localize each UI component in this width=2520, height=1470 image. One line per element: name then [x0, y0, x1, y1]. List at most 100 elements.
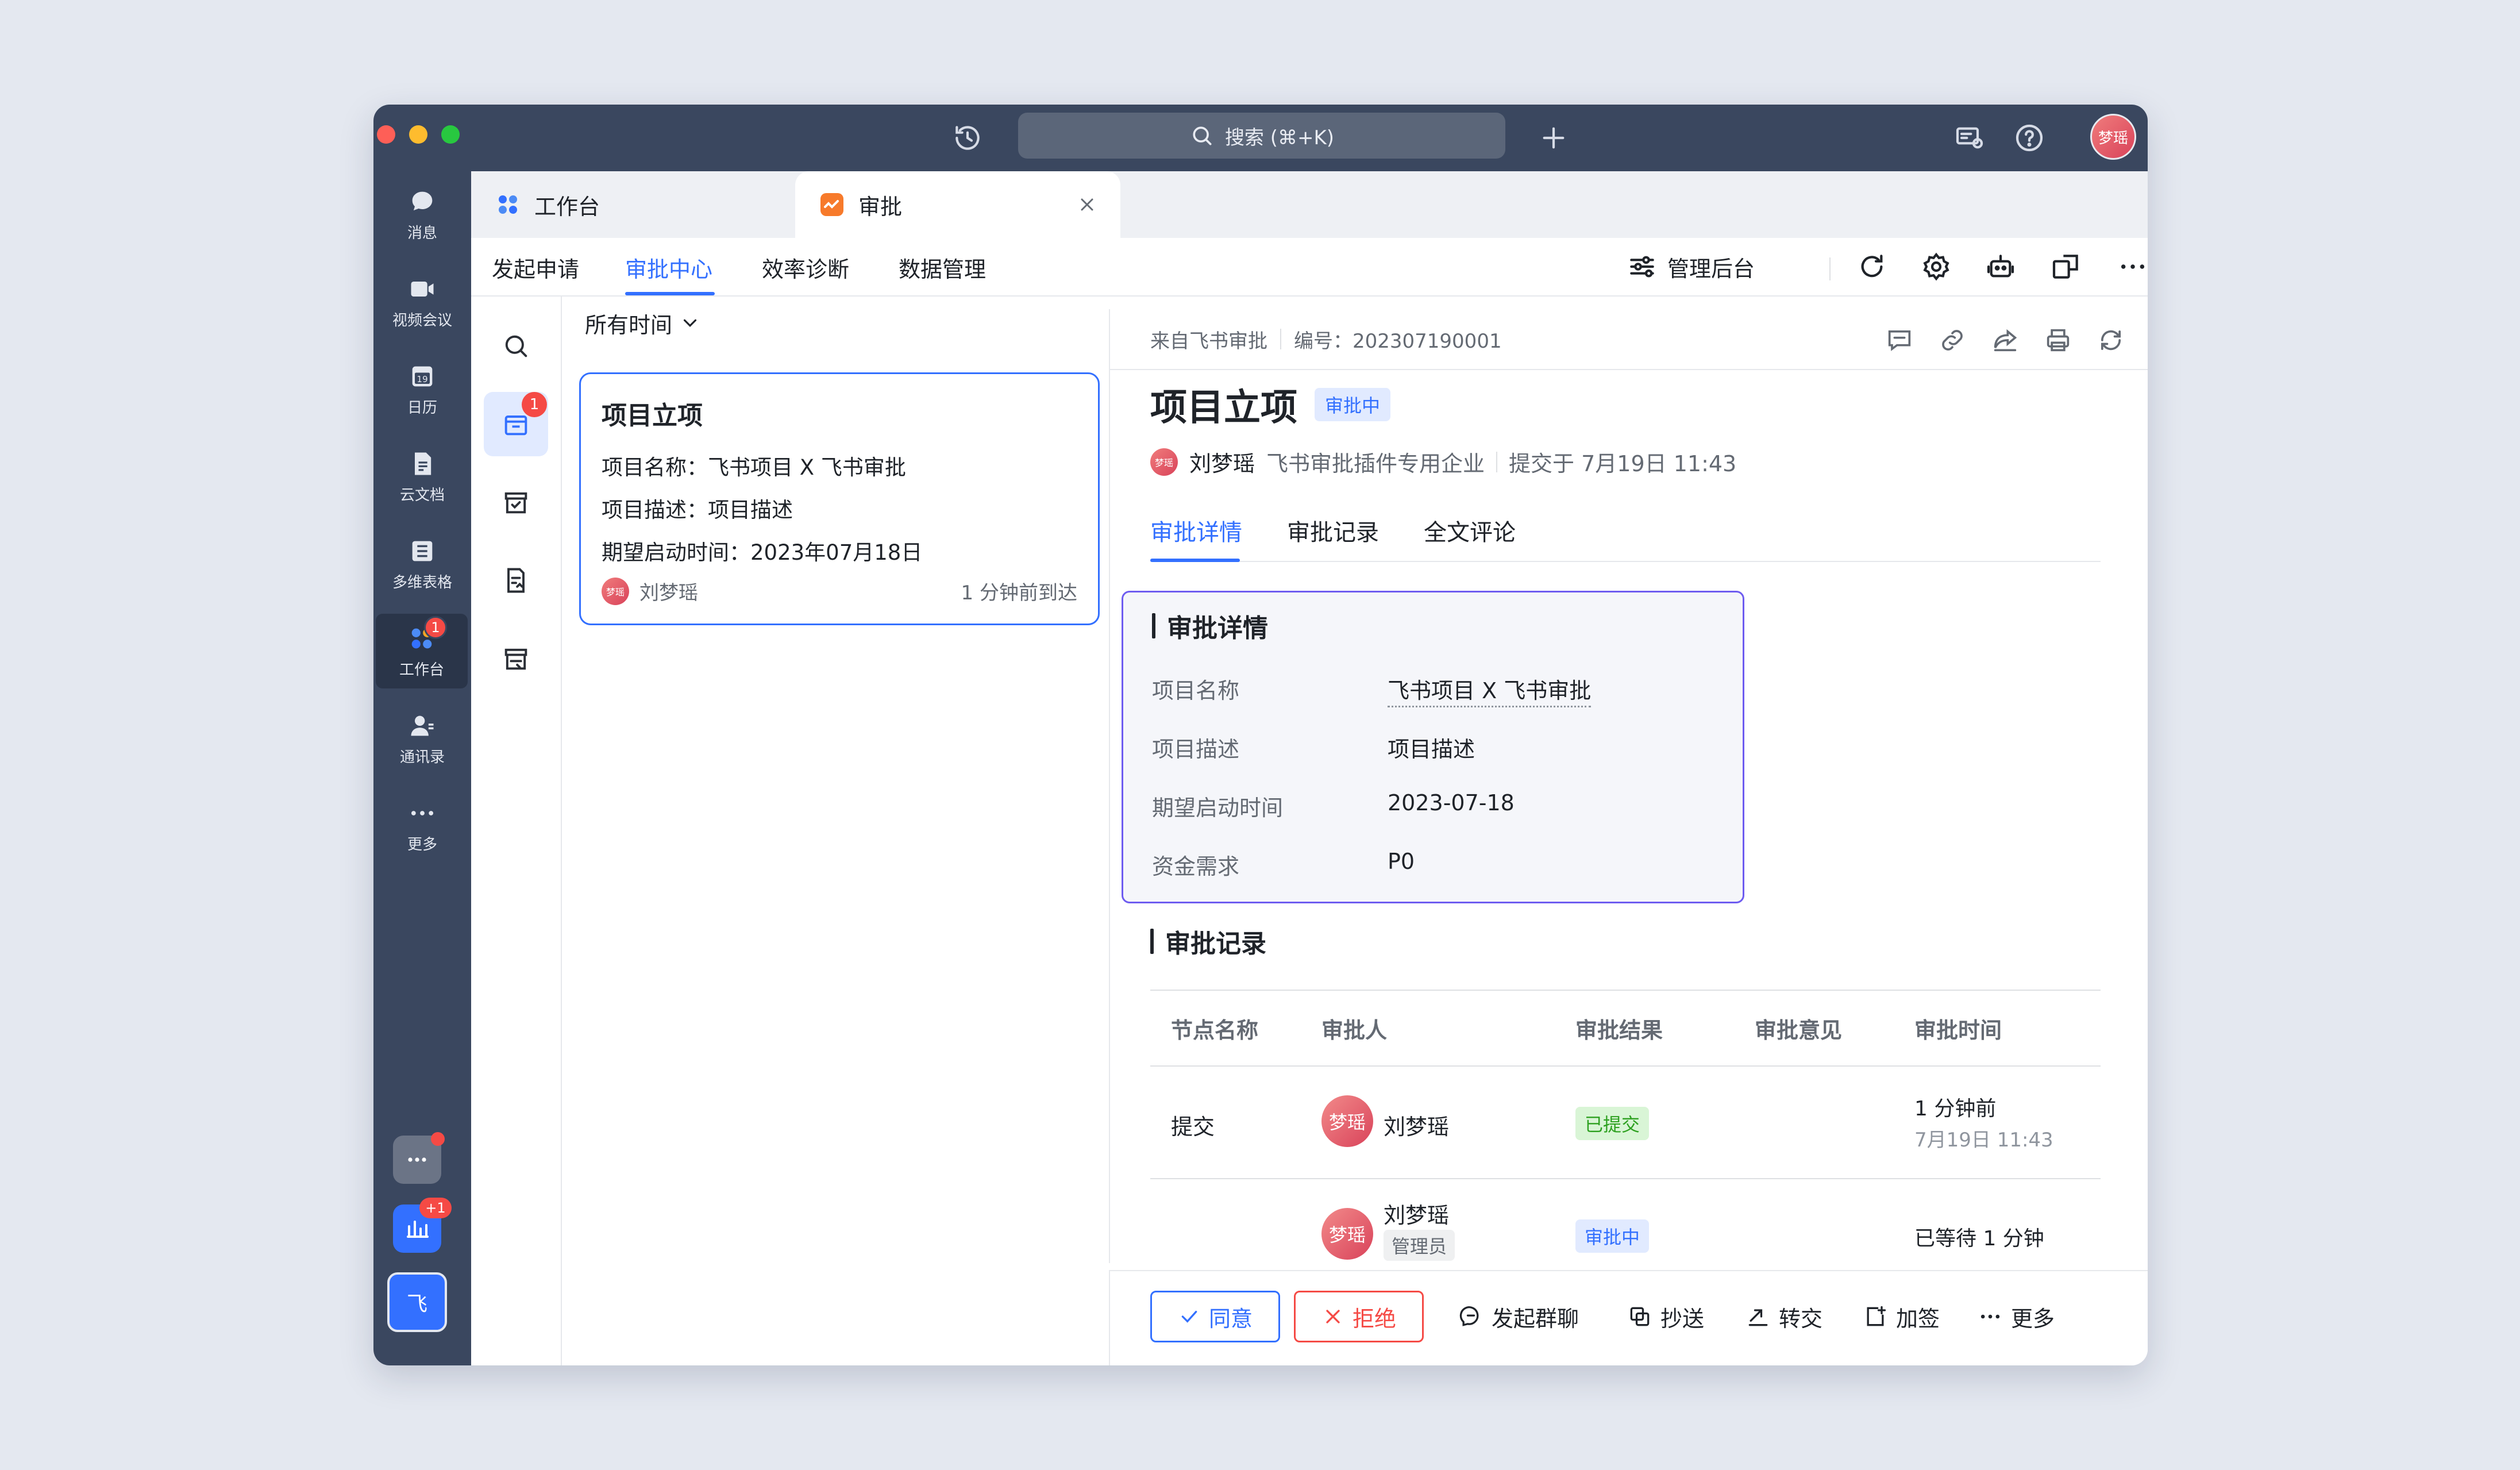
approval-title-text: 项目立项	[1150, 387, 1297, 429]
applicant-company: 飞书审批插件专用企业	[1266, 451, 1485, 476]
divider	[1280, 329, 1281, 349]
refresh-sync-icon[interactable]	[2096, 325, 2126, 355]
link-icon[interactable]	[1937, 325, 1967, 355]
subnav-tab-data-management[interactable]: 数据管理	[899, 238, 986, 297]
time-filter-label: 所有时间	[585, 312, 673, 338]
group-chat-label: 发起群聊	[1492, 1306, 1579, 1332]
section-bar	[1150, 929, 1154, 954]
app-tab-strip: 工作台 审批	[471, 171, 2148, 238]
copy-icon	[1630, 1307, 1650, 1326]
plus-icon[interactable]	[1538, 122, 1570, 154]
open-window-icon[interactable]	[2050, 249, 2082, 284]
avatar: 梦瑶	[602, 577, 629, 605]
record-time: 1 分钟前	[1914, 1097, 1997, 1121]
stats-app-button[interactable]: +1	[393, 1198, 452, 1253]
field-label: 项目名称	[1152, 678, 1240, 703]
result-badge: 已提交	[1575, 1107, 1650, 1140]
share-icon[interactable]	[1990, 325, 2020, 355]
record-approver[interactable]: 刘梦瑶	[1384, 1198, 1449, 1229]
sidebar-item-label: 日历	[407, 399, 437, 417]
pending-approvals-button[interactable]: 1	[484, 392, 548, 456]
records-section-title: 审批记录	[1150, 923, 1266, 960]
sidebar-item-video-meeting[interactable]: 视频会议	[373, 264, 471, 339]
field-value: 2023-07-18	[1388, 790, 1515, 815]
sidebar-item-calendar[interactable]: 19 日历	[373, 352, 471, 426]
tab-approval-details[interactable]: 审批详情	[1150, 499, 1242, 562]
tab-workspace[interactable]: 工作台	[471, 171, 793, 238]
sidebar-item-workspace[interactable]: 工作台 1	[376, 614, 468, 688]
tab-approval-records[interactable]: 审批记录	[1287, 499, 1379, 562]
cc-button[interactable]: 抄送	[1627, 1291, 1704, 1342]
column-header: 审批结果	[1575, 1018, 1663, 1043]
table-divider	[1150, 1065, 2101, 1067]
app-more-button[interactable]	[393, 1132, 445, 1184]
screen-share-icon[interactable]	[1953, 122, 1986, 154]
add-sign-button[interactable]: 加签	[1863, 1291, 1940, 1342]
document-icon	[415, 452, 431, 475]
global-search-bar[interactable]: 搜索 (⌘+K)	[1018, 113, 1505, 159]
chevron-down-icon	[683, 319, 697, 327]
admin-console-link[interactable]: 管理后台	[1626, 249, 1755, 284]
processed-approvals-button[interactable]	[484, 470, 548, 534]
avatar: 梦瑶	[1321, 1208, 1373, 1260]
tab-approval[interactable]: 审批	[795, 171, 1120, 238]
settings-gear-icon[interactable]	[1920, 249, 1952, 284]
add-sign-label: 加签	[1896, 1306, 1940, 1332]
group-chat-button[interactable]: 发起群聊	[1458, 1291, 1579, 1342]
sidebar-item-label: 工作台	[399, 661, 444, 679]
sidebar-item-docs[interactable]: 云文档	[373, 439, 471, 514]
time-filter-dropdown[interactable]: 所有时间	[585, 297, 1125, 349]
help-icon[interactable]	[2013, 122, 2045, 154]
robot-icon[interactable]	[1985, 249, 2017, 284]
record-approver[interactable]: 刘梦瑶	[1384, 1109, 1449, 1141]
refresh-icon[interactable]	[1856, 249, 1888, 284]
section-title-text: 审批详情	[1167, 614, 1268, 643]
maximize-window-button[interactable]	[441, 125, 460, 144]
transfer-button[interactable]: 转交	[1745, 1291, 1822, 1342]
print-icon[interactable]	[2043, 325, 2073, 355]
user-avatar[interactable]: 梦瑶	[2090, 114, 2136, 160]
sidebar-item-label: 更多	[407, 836, 437, 853]
approval-subnav: 发起申请 审批中心 效率诊断 数据管理 管理后台	[471, 238, 2148, 297]
history-icon[interactable]	[951, 122, 984, 154]
comment-icon[interactable]	[1885, 325, 1914, 355]
sidebar-item-contacts[interactable]: 通讯录	[373, 701, 471, 776]
search-button[interactable]	[484, 314, 548, 378]
card-footer: 梦瑶 刘梦瑶 1 分钟前到达	[602, 577, 1077, 605]
subnav-tab-efficiency[interactable]: 效率诊断	[762, 238, 849, 297]
sidebar-item-bitable[interactable]: 多维表格	[373, 526, 471, 601]
column-header: 审批意见	[1755, 1018, 1843, 1043]
reject-button[interactable]: 拒绝	[1294, 1291, 1424, 1342]
applicant-name[interactable]: 刘梦瑶	[1189, 446, 1255, 478]
detail-header-actions	[1885, 325, 2126, 355]
sidebar-item-more[interactable]: 更多	[373, 788, 471, 863]
field-label: 期望启动时间	[1152, 795, 1284, 821]
column-header: 审批人	[1321, 1018, 1388, 1043]
document-send-icon	[507, 568, 525, 593]
close-window-button[interactable]	[377, 125, 395, 144]
add-document-icon	[1867, 1306, 1886, 1326]
feishu-logo-button[interactable]: 飞	[387, 1272, 447, 1332]
submitted-approvals-button[interactable]	[484, 548, 548, 613]
approval-icon-column: 1	[471, 297, 562, 1365]
field-value: 项目描述	[1388, 737, 1475, 762]
field-value[interactable]: 飞书项目 X 飞书审批	[1388, 673, 1592, 707]
section-bar	[1152, 613, 1155, 638]
main-sidebar: 消息 视频会议 19 日历 云文档 多维表格 工作台 1 通讯录 更多 +1 飞	[373, 171, 471, 1365]
close-icon[interactable]	[1077, 194, 1097, 215]
subnav-tab-apply[interactable]: 发起申请	[492, 238, 579, 297]
more-dots-icon[interactable]	[2117, 249, 2148, 284]
subnav-tab-approval-center[interactable]: 审批中心	[625, 238, 712, 297]
sidebar-item-messages[interactable]: 消息	[373, 177, 471, 252]
cc-approvals-button[interactable]	[484, 626, 548, 691]
more-actions-button[interactable]: 更多	[1978, 1291, 2055, 1342]
status-badge: 审批中	[1315, 388, 1391, 421]
section-title: 审批详情	[1152, 607, 1268, 644]
minimize-window-button[interactable]	[409, 125, 427, 144]
approval-card[interactable]: 项目立项 项目名称：飞书项目 X 飞书审批 项目描述：项目描述 期望启动时间：2…	[579, 372, 1100, 625]
table-icon	[412, 541, 433, 561]
agree-button[interactable]: 同意	[1150, 1291, 1280, 1342]
divider	[1496, 451, 1498, 472]
tab-comments[interactable]: 全文评论	[1424, 499, 1516, 562]
approval-detail-pane: 来自飞书审批 编号：202307190001 项目立项 审批中 梦瑶 刘梦瑶 飞…	[1109, 309, 2148, 1263]
